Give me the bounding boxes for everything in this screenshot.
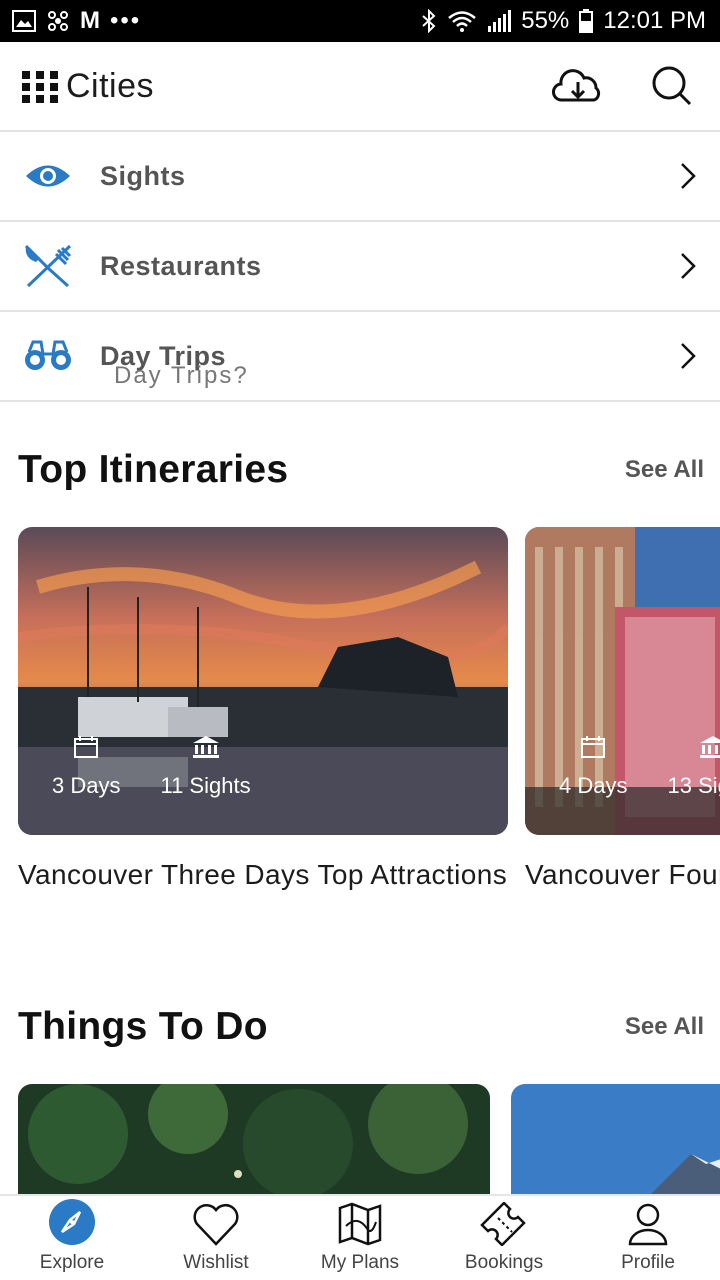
itinerary-days: 3 Days	[52, 773, 121, 798]
compass-icon	[49, 1199, 95, 1245]
nav-profile[interactable]: Profile	[576, 1196, 720, 1280]
activity-image	[18, 1084, 490, 1194]
activity-card[interactable]	[18, 1084, 490, 1194]
activity-image	[511, 1084, 720, 1194]
category-hint: Day Trips?	[114, 362, 249, 389]
things-to-do-carousel[interactable]	[18, 1084, 720, 1194]
chevron-right-icon	[681, 253, 696, 279]
nav-label: My Plans	[320, 1252, 400, 1273]
category-restaurants[interactable]: Restaurants	[0, 222, 720, 312]
itinerary-days: 4 Days	[559, 773, 628, 798]
nav-wishlist[interactable]: Wishlist	[144, 1196, 288, 1280]
binoculars-icon	[25, 340, 71, 370]
things-to-do-header: Things To Do See All	[18, 1005, 704, 1049]
itinerary-sights: 11 Sights	[160, 773, 251, 798]
nav-explore[interactable]: Explore	[0, 1196, 144, 1280]
ticket-icon	[480, 1202, 526, 1246]
search-icon	[652, 66, 692, 106]
top-itineraries-header: Top Itineraries See All	[18, 448, 704, 492]
search-button[interactable]	[646, 62, 698, 110]
person-icon	[628, 1203, 668, 1246]
eye-icon	[26, 165, 70, 187]
itinerary-card[interactable]: 3 Days 11 Sights Vancouver Three Days To…	[18, 527, 508, 897]
category-list: Sights Restaurants Day Trips Day Trips?	[0, 132, 720, 402]
forest-image	[18, 1084, 490, 1194]
nav-label: Profile	[621, 1252, 675, 1273]
battery-percent: 55%	[521, 7, 570, 34]
signal-icon	[488, 10, 512, 32]
activity-card[interactable]	[511, 1084, 720, 1194]
fork-knife-icon	[24, 244, 72, 288]
nav-my-plans[interactable]: My Plans	[288, 1196, 432, 1280]
menu-grid-icon[interactable]	[22, 71, 62, 103]
itinerary-title: Vancouver Three Days Top Attractions	[18, 859, 508, 890]
museum-icon	[192, 736, 219, 758]
heart-icon	[193, 1203, 239, 1246]
bottom-nav: Explore Wishlist My Plans Bookings Profi…	[0, 1194, 720, 1280]
museum-icon	[700, 736, 720, 758]
battery-icon	[579, 9, 594, 33]
category-sights[interactable]: Sights	[0, 132, 720, 222]
calendar-icon	[581, 736, 606, 758]
calendar-icon	[74, 736, 99, 758]
image-icon	[12, 10, 36, 32]
cloud-download-icon	[552, 69, 601, 102]
section-title: Things To Do	[18, 1005, 268, 1048]
nav-label: Bookings	[464, 1252, 544, 1273]
clock: 12:01 PM	[603, 7, 706, 34]
nav-bookings[interactable]: Bookings	[432, 1196, 576, 1280]
see-all-things-link[interactable]: See All	[625, 1013, 704, 1041]
itinerary-sights: 13 Sights	[667, 773, 720, 798]
itinerary-image: 3 Days 11 Sights	[18, 527, 508, 835]
app-header: Cities	[0, 42, 720, 132]
itinerary-image: 4 Days 13 Sights	[525, 527, 720, 835]
bluetooth-icon	[422, 9, 436, 33]
wifi-icon	[448, 11, 477, 32]
section-title: Top Itineraries	[18, 448, 289, 491]
category-label: Sights	[100, 160, 186, 191]
nav-label: Explore	[39, 1252, 105, 1273]
gmail-icon: M	[80, 7, 100, 34]
itinerary-title: Vancouver Four Days Going Itinerary	[525, 859, 720, 890]
mountain-image	[511, 1084, 720, 1194]
category-label: Restaurants	[100, 250, 262, 281]
nav-label: Wishlist	[183, 1252, 249, 1273]
pinwheel-icon	[48, 11, 68, 31]
map-icon	[338, 1202, 382, 1246]
download-button[interactable]	[552, 62, 604, 110]
page-title: Cities	[66, 66, 155, 105]
itineraries-carousel[interactable]: 3 Days 11 Sights Vancouver Three Days To…	[18, 527, 720, 947]
chevron-right-icon	[681, 343, 696, 369]
itinerary-card[interactable]: 4 Days 13 Sights Vancouver Four Days Goi…	[525, 527, 720, 897]
chevron-right-icon	[681, 163, 696, 189]
category-day-trips[interactable]: Day Trips Day Trips?	[0, 312, 720, 402]
status-bar: M ••• 55% 12:01 PM	[0, 0, 720, 42]
see-all-itineraries-link[interactable]: See All	[625, 456, 704, 484]
more-notifications: •••	[110, 7, 142, 34]
